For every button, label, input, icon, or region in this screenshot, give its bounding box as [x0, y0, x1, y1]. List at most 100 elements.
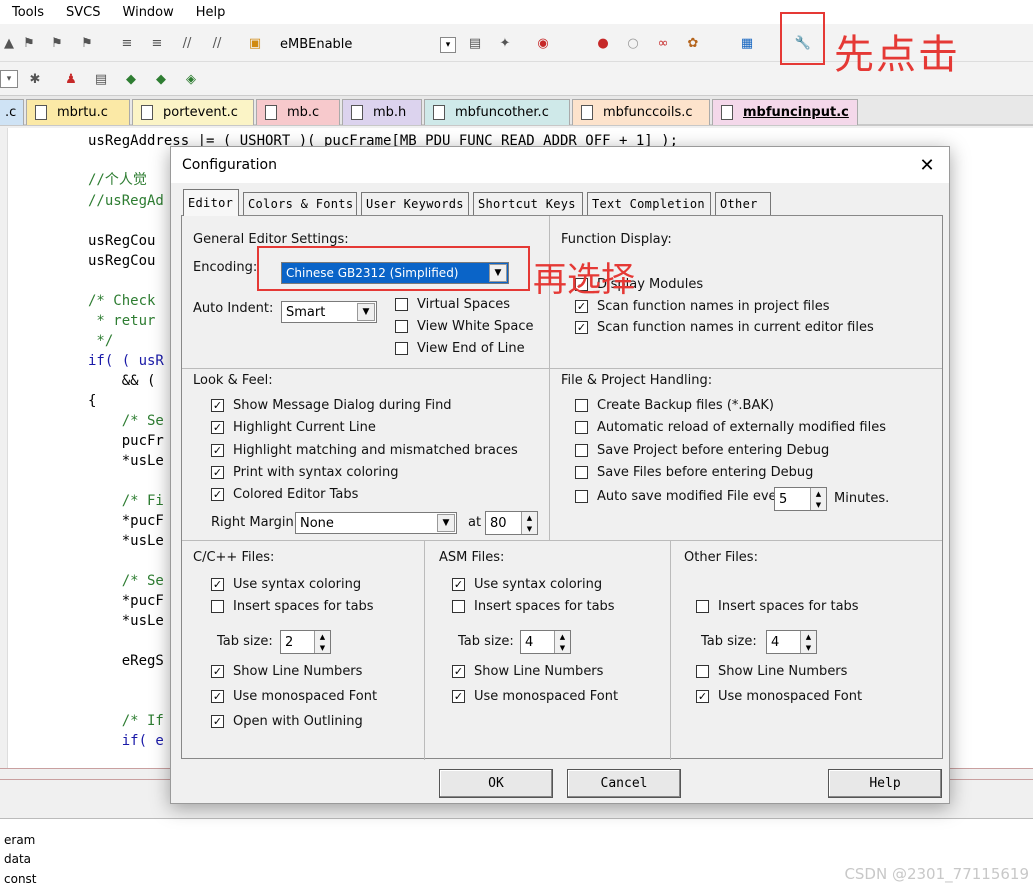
- asm-syntax-label: Use syntax coloring: [474, 577, 603, 592]
- print-syntax-checkbox[interactable]: ✓: [211, 466, 224, 479]
- asm-syntax-checkbox[interactable]: ✓: [452, 578, 465, 591]
- auto-save-checkbox[interactable]: [575, 490, 588, 503]
- kill-breakpoints-icon[interactable]: ∞: [654, 34, 672, 52]
- spin-down-icon[interactable]: ▼: [554, 642, 570, 653]
- code-line: * retur: [88, 313, 156, 329]
- virtual-spaces-checkbox[interactable]: [395, 298, 408, 311]
- tab-file-2[interactable]: portevent.c: [132, 99, 254, 125]
- highlight-braces-checkbox[interactable]: ✓: [211, 444, 224, 457]
- auto-reload-checkbox[interactable]: [575, 421, 588, 434]
- tab-file-1[interactable]: mbrtu.c: [26, 99, 130, 125]
- scan-project-checkbox[interactable]: ✓: [575, 300, 588, 313]
- c-outlining-checkbox[interactable]: ✓: [211, 715, 224, 728]
- c-insert-spaces-checkbox[interactable]: [211, 600, 224, 613]
- select-pack-icon[interactable]: ◆: [152, 70, 170, 88]
- spin-up-icon[interactable]: ▲: [521, 512, 537, 523]
- indent-icon[interactable]: ≡: [118, 34, 136, 52]
- right-margin-stepper[interactable]: 80 ▲ ▼: [485, 511, 538, 535]
- spin-down-icon[interactable]: ▼: [314, 642, 330, 653]
- right-margin-select[interactable]: None ▼: [295, 512, 457, 534]
- bookmark-prev-icon[interactable]: ⚑: [48, 34, 66, 52]
- menu-svcs[interactable]: SVCS: [66, 5, 100, 20]
- view-white-space-label: View White Space: [417, 319, 534, 334]
- general-settings-header: General Editor Settings:: [193, 232, 349, 247]
- arrow-icon[interactable]: ▲: [0, 34, 18, 52]
- asm-line-numbers-checkbox[interactable]: ✓: [452, 665, 465, 678]
- other-tab-size-label: Tab size:: [701, 634, 757, 649]
- tab-file-7[interactable]: mbfuncinput.c: [712, 99, 858, 125]
- window-icon[interactable]: ▦: [738, 34, 756, 52]
- save-project-checkbox[interactable]: [575, 444, 588, 457]
- close-icon[interactable]: ✕: [915, 153, 939, 177]
- unindent-icon[interactable]: ≡: [148, 34, 166, 52]
- breakpoint-disable-icon[interactable]: ○: [624, 34, 642, 52]
- breakpoint-icon[interactable]: ●: [594, 34, 612, 52]
- colored-tabs-checkbox[interactable]: ✓: [211, 488, 224, 501]
- spin-up-icon[interactable]: ▲: [554, 631, 570, 642]
- tab-file-0[interactable]: .c: [0, 99, 24, 125]
- ok-button[interactable]: OK: [439, 769, 553, 798]
- highlight-current-line-checkbox[interactable]: ✓: [211, 421, 224, 434]
- spin-up-icon[interactable]: ▲: [314, 631, 330, 642]
- cancel-button[interactable]: Cancel: [567, 769, 681, 798]
- view-end-of-line-checkbox[interactable]: [395, 342, 408, 355]
- tab-shortcut-keys[interactable]: Shortcut Keys: [473, 192, 583, 215]
- manage-runtime-icon[interactable]: ◈: [182, 70, 200, 88]
- spin-down-icon[interactable]: ▼: [521, 523, 537, 534]
- c-syntax-checkbox[interactable]: ✓: [211, 578, 224, 591]
- tab-colors-fonts[interactable]: Colors & Fonts: [243, 192, 357, 215]
- magic-icon[interactable]: ✦: [496, 34, 514, 52]
- insert-icon[interactable]: ▤: [466, 34, 484, 52]
- debug-icon[interactable]: ◉: [534, 34, 552, 52]
- divider: [549, 368, 550, 540]
- c-tab-size-stepper[interactable]: 2 ▲ ▼: [280, 630, 331, 654]
- c-monospaced-checkbox[interactable]: ✓: [211, 690, 224, 703]
- find-in-files-icon[interactable]: ▣: [246, 34, 264, 52]
- options-icon[interactable]: ✿: [684, 34, 702, 52]
- save-files-checkbox[interactable]: [575, 466, 588, 479]
- asm-insert-spaces-checkbox[interactable]: [452, 600, 465, 613]
- tab-other[interactable]: Other: [715, 192, 771, 215]
- tab-user-keywords[interactable]: User Keywords: [361, 192, 469, 215]
- other-insert-spaces-checkbox[interactable]: [696, 600, 709, 613]
- books-icon[interactable]: ▤: [92, 70, 110, 88]
- bookmark-icon[interactable]: ⚑: [20, 34, 38, 52]
- tab-file-6[interactable]: mbfunccoils.c: [572, 99, 710, 125]
- spin-up-icon[interactable]: ▲: [800, 631, 816, 642]
- tab-file-5[interactable]: mbfuncother.c: [424, 99, 570, 125]
- target-dropdown[interactable]: ▾: [0, 70, 18, 88]
- menu-tools[interactable]: Tools: [12, 5, 44, 20]
- uncomment-icon[interactable]: //: [208, 34, 226, 52]
- divider: [424, 540, 425, 760]
- c-line-numbers-checkbox[interactable]: ✓: [211, 665, 224, 678]
- pack-installer-icon[interactable]: ◆: [122, 70, 140, 88]
- tab-file-3[interactable]: mb.c: [256, 99, 340, 125]
- other-monospaced-checkbox[interactable]: ✓: [696, 690, 709, 703]
- help-button[interactable]: Help: [828, 769, 942, 798]
- tab-text-completion[interactable]: Text Completion: [587, 192, 711, 215]
- tab-editor[interactable]: Editor: [183, 189, 239, 216]
- scan-editor-checkbox[interactable]: ✓: [575, 321, 588, 334]
- auto-save-stepper[interactable]: 5 ▲ ▼: [774, 487, 827, 511]
- show-message-dialog-checkbox[interactable]: ✓: [211, 399, 224, 412]
- tab-file-4[interactable]: mb.h: [342, 99, 422, 125]
- function-dropdown[interactable]: ▾: [440, 37, 456, 53]
- bookmark-next-icon[interactable]: ⚑: [78, 34, 96, 52]
- view-white-space-checkbox[interactable]: [395, 320, 408, 333]
- other-tab-size-stepper[interactable]: 4 ▲ ▼: [766, 630, 817, 654]
- menu-window[interactable]: Window: [123, 5, 174, 20]
- auto-indent-select[interactable]: Smart ▼: [281, 301, 377, 323]
- menu-help[interactable]: Help: [196, 5, 226, 20]
- target-options-icon[interactable]: ✱: [26, 70, 44, 88]
- create-backup-checkbox[interactable]: [575, 399, 588, 412]
- spin-down-icon[interactable]: ▼: [800, 642, 816, 653]
- other-line-numbers-checkbox[interactable]: [696, 665, 709, 678]
- asm-monospaced-checkbox[interactable]: ✓: [452, 690, 465, 703]
- manage-project-icon[interactable]: ♟: [62, 70, 80, 88]
- asm-tab-size-stepper[interactable]: 4 ▲ ▼: [520, 630, 571, 654]
- spin-up-icon[interactable]: ▲: [810, 488, 826, 499]
- divider: [182, 368, 942, 369]
- comment-icon[interactable]: //: [178, 34, 196, 52]
- c-tab-size-label: Tab size:: [217, 634, 273, 649]
- spin-down-icon[interactable]: ▼: [810, 499, 826, 510]
